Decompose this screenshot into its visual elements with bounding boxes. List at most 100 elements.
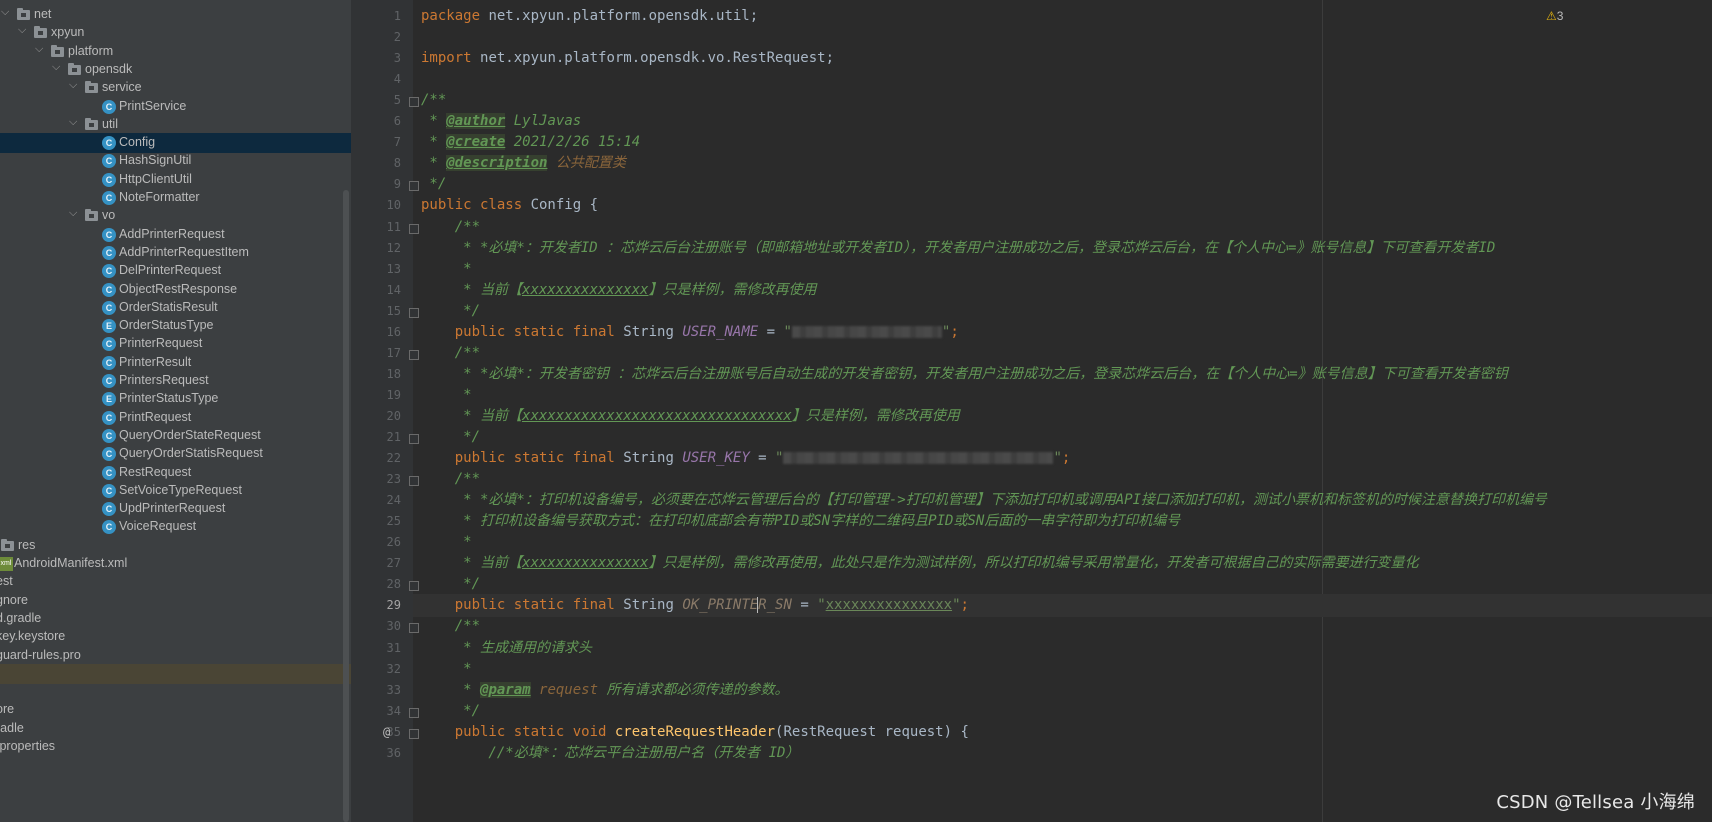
expand-arrow-icon[interactable]: ⌵ [35, 43, 43, 56]
tree-item[interactable]: ⌵ platform [0, 42, 351, 62]
tree-item[interactable]: est [0, 572, 351, 592]
tree-item[interactable]: C Config [0, 133, 351, 154]
expand-arrow-icon[interactable]: ⌵ [69, 116, 77, 129]
code-line[interactable]: public static final String USER_KEY = " "… [421, 447, 1071, 470]
override-marker-icon[interactable]: @ [383, 725, 390, 739]
code-line[interactable]: * [421, 384, 471, 407]
code-line[interactable]: public static final String OK_PRINTER_SN… [413, 594, 1712, 618]
code-line[interactable]: * @create 2021/2/26 15:14 [421, 131, 640, 154]
tree-item[interactable]: res [0, 536, 351, 556]
tree-item[interactable]: ⌵ net [0, 5, 351, 25]
tree-scrollbar[interactable] [343, 190, 349, 822]
tree-item[interactable]: key.keystore [0, 627, 351, 647]
fold-marker-icon[interactable] [409, 581, 419, 592]
code-line[interactable]: * *必填*：开发者ID ：芯烨云后台注册账号（即邮箱地址或开发者ID），开发者… [421, 237, 1495, 260]
tree-item[interactable]: ⌵ vo [0, 206, 351, 226]
tree-item[interactable]: C QueryOrderStateRequest [0, 426, 351, 446]
fold-marker-icon[interactable] [409, 707, 419, 718]
code-line[interactable]: * 当前【xxxxxxxxxxxxxxx】只是样例，需修改再使用，此处只是作为测… [421, 552, 1418, 575]
inspection-warning-indicator[interactable]: ⚠3 [1546, 9, 1563, 23]
project-tree[interactable]: ⌵ net ⌵ xpyun ⌵ platform ⌵ opensdk ⌵ service C Prin… [0, 0, 351, 822]
fold-marker-icon[interactable] [409, 623, 419, 634]
tree-item[interactable]: C PrintRequest [0, 408, 351, 428]
line-number: 22 [386, 451, 401, 466]
tree-item[interactable]: C PrintersRequest [0, 371, 351, 391]
code-line[interactable]: * @author LylJavas [421, 110, 581, 133]
tree-item[interactable]: ore [0, 700, 351, 720]
code-line[interactable]: * 当前【xxxxxxxxxxxxxxxxxxxxxxxxxxxxxxxx】只是… [421, 405, 960, 428]
code-line[interactable]: /** [421, 615, 480, 638]
tree-item[interactable]: radle [0, 719, 351, 739]
code-line[interactable]: public class Config { [421, 194, 598, 217]
expand-arrow-icon[interactable]: ⌵ [18, 24, 26, 37]
tree-item[interactable]: C PrintService [0, 97, 351, 117]
code-line[interactable]: import net.xpyun.platform.opensdk.vo.Res… [421, 47, 834, 70]
tree-item[interactable]: ⌵ util [0, 115, 351, 135]
tree-item[interactable]: C DelPrinterRequest [0, 261, 351, 281]
tree-item[interactable]: C PrinterResult [0, 353, 351, 373]
tree-item[interactable]: C AddPrinterRequestItem [0, 243, 351, 263]
code-line[interactable]: * [421, 531, 471, 554]
fold-marker-icon[interactable] [409, 434, 419, 444]
code-line[interactable]: */ [421, 426, 480, 449]
code-line[interactable]: /** [421, 468, 480, 491]
code-line[interactable]: * [421, 658, 471, 681]
code-line[interactable]: public static final String USER_NAME = "… [421, 321, 959, 344]
code-line[interactable]: package net.xpyun.platform.opensdk.util; [421, 5, 758, 28]
tree-item[interactable]: xml AndroidManifest.xml [0, 554, 351, 574]
tree-item[interactable]: C QueryOrderStatisRequest [0, 444, 351, 464]
tree-item[interactable]: ⌵ opensdk [0, 60, 351, 80]
tree-item-label: gnore [0, 592, 28, 607]
tree-item[interactable]: .properties [0, 737, 351, 757]
tree-item[interactable]: C HttpClientUtil [0, 170, 351, 190]
tree-item[interactable]: ⌵ xpyun [0, 23, 351, 43]
code-line[interactable]: public static void createRequestHeader(R… [421, 721, 969, 744]
tree-item[interactable]: d.gradle [0, 609, 351, 629]
expand-arrow-icon[interactable]: ⌵ [52, 61, 60, 74]
tree-item[interactable]: E OrderStatusType [0, 316, 351, 336]
expand-arrow-icon[interactable]: ⌵ [1, 6, 9, 19]
fold-marker-icon[interactable] [409, 349, 419, 360]
code-line[interactable]: * 打印机设备编号获取方式：在打印机底部会有带PID或SN字样的二维码且PID或… [421, 510, 1180, 533]
code-line[interactable]: */ [421, 700, 480, 723]
fold-marker-icon[interactable] [409, 728, 419, 739]
code-line[interactable]: /** [421, 342, 480, 365]
fold-marker-icon[interactable] [409, 223, 419, 234]
expand-arrow-icon[interactable]: ⌵ [69, 79, 77, 92]
tree-item[interactable]: C NoteFormatter [0, 188, 351, 208]
code-line[interactable]: /** [421, 216, 480, 239]
tree-item[interactable]: C AddPrinterRequest [0, 225, 351, 245]
fold-marker-icon[interactable] [409, 181, 419, 192]
code-line[interactable]: * @param request 所有请求都必须传递的参数。 [421, 679, 788, 702]
tree-item[interactable]: guard-rules.pro [0, 646, 351, 666]
tree-item[interactable]: C PrinterRequest [0, 334, 351, 354]
code-line[interactable]: * 生成通用的请求头 [421, 637, 592, 660]
code-line[interactable]: * 当前【xxxxxxxxxxxxxxx】只是样例，需修改再使用 [421, 279, 816, 302]
tree-item[interactable]: C VoiceRequest [0, 517, 351, 537]
code-line[interactable]: * @description 公共配置类 [421, 152, 626, 175]
code-line[interactable]: */ [421, 573, 480, 596]
fold-marker-icon[interactable] [409, 97, 419, 108]
fold-marker-icon[interactable] [409, 307, 419, 318]
code-line[interactable]: * [421, 258, 471, 281]
code-line[interactable]: /** [421, 89, 446, 112]
tree-item[interactable]: C RestRequest [0, 463, 351, 483]
tree-item[interactable]: gnore [0, 591, 351, 611]
tree-item[interactable]: C ObjectRestResponse [0, 280, 351, 300]
tree-item[interactable]: C OrderStatisResult [0, 298, 351, 318]
code-line[interactable]: * *必填*：开发者密钥 ：芯烨云后台注册账号后自动生成的开发者密钥，开发者用户… [421, 363, 1508, 386]
tree-item[interactable]: ⌵ service [0, 78, 351, 98]
expand-arrow-icon[interactable]: ⌵ [69, 207, 77, 220]
tree-item[interactable] [0, 682, 351, 702]
tree-item[interactable]: C UpdPrinterRequest [0, 499, 351, 519]
tree-item[interactable]: E PrinterStatusType [0, 389, 351, 409]
tree-item[interactable] [0, 663, 351, 684]
code-line[interactable]: */ [421, 300, 480, 323]
code-line[interactable]: * *必填*：打印机设备编号，必须要在芯烨云管理后台的【打印管理->打印机管理】… [421, 489, 1547, 512]
code-line[interactable]: //*必填*：芯烨云平台注册用户名（开发者 ID） [421, 742, 799, 765]
fold-marker-icon[interactable] [409, 476, 419, 487]
tree-item[interactable]: C HashSignUtil [0, 151, 351, 171]
code-editor[interactable]: 1 2 3 4 5 6 7 8 9 10 11 12 13 14 15 16 17 18 19 20 21 22 23 24 2… [351, 0, 1712, 822]
code-line[interactable]: */ [421, 173, 446, 196]
tree-item[interactable]: C SetVoiceTypeRequest [0, 481, 351, 501]
